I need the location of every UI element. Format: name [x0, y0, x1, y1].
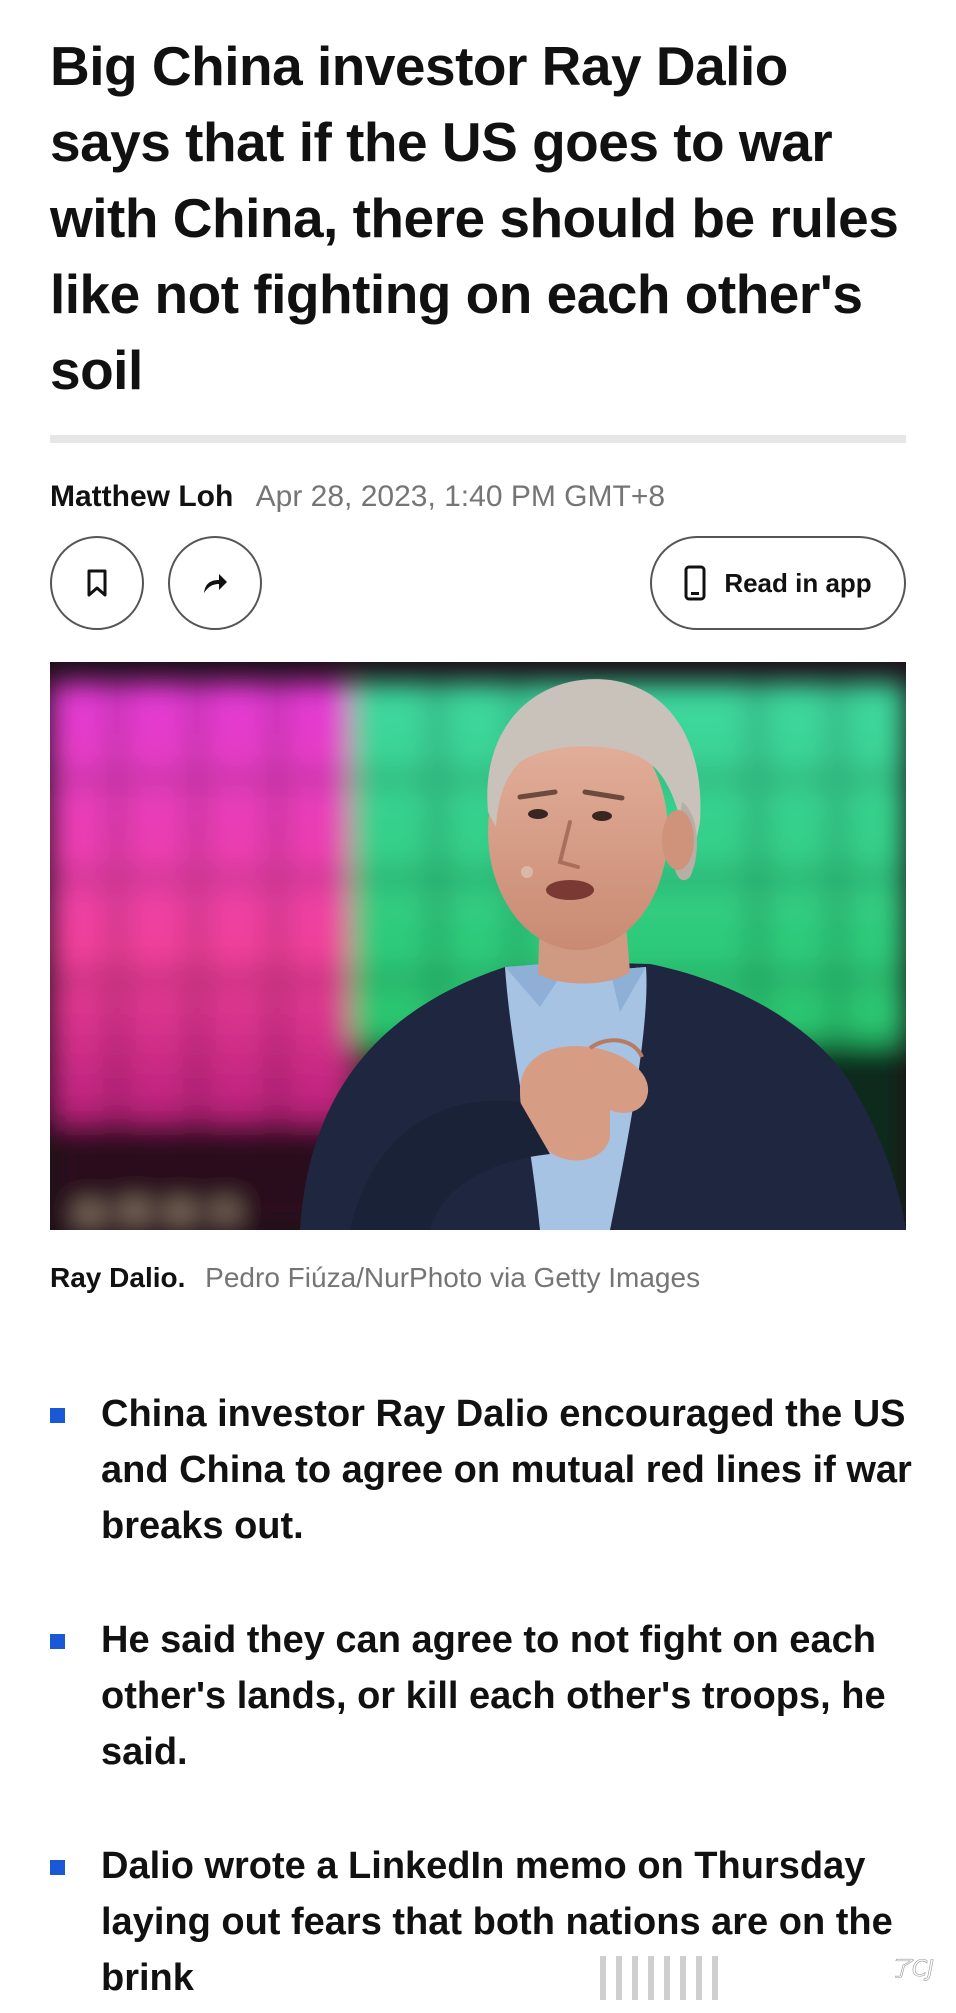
article-page: Big China investor Ray Dalio says that i… — [0, 0, 956, 2008]
caption-credit: Pedro Fiúza/NurPhoto via Getty Images — [205, 1262, 701, 1293]
phone-icon — [684, 565, 706, 601]
share-arrow-icon — [204, 574, 227, 593]
watermark-blur: 了CJ — [560, 1948, 956, 2008]
article-headline: Big China investor Ray Dalio says that i… — [50, 35, 899, 401]
bookmark-button[interactable] — [50, 536, 144, 630]
svg-text:了CJ: 了CJ — [890, 1957, 934, 1982]
key-point-text: He said they can agree to not fight on e… — [101, 1619, 886, 1773]
bullet-square-icon — [50, 1860, 65, 1875]
bullet-square-icon — [50, 1408, 65, 1423]
publish-date: Apr 28, 2023, 1:40 PM GMT+8 — [255, 480, 666, 513]
share-button[interactable] — [168, 536, 262, 630]
author-name[interactable]: Matthew Loh — [50, 480, 233, 513]
photo-portrait — [50, 662, 906, 1230]
headline-divider — [50, 435, 906, 443]
byline: Matthew Loh Apr 28, 2023, 1:40 PM GMT+8 — [50, 477, 665, 517]
caption-subject: Ray Dalio. — [50, 1262, 186, 1293]
watermark-overlay: 了CJ — [560, 1948, 956, 2008]
key-point-text: China investor Ray Dalio encouraged the … — [101, 1393, 912, 1547]
photo-caption: Ray Dalio. Pedro Fiúza/NurPhoto via Gett… — [50, 1259, 700, 1297]
article-photo[interactable] — [50, 662, 906, 1230]
bookmark-icon — [87, 569, 107, 597]
read-in-app-button[interactable]: Read in app — [650, 536, 906, 630]
bullet-square-icon — [50, 1634, 65, 1649]
read-in-app-label: Read in app — [724, 567, 872, 598]
